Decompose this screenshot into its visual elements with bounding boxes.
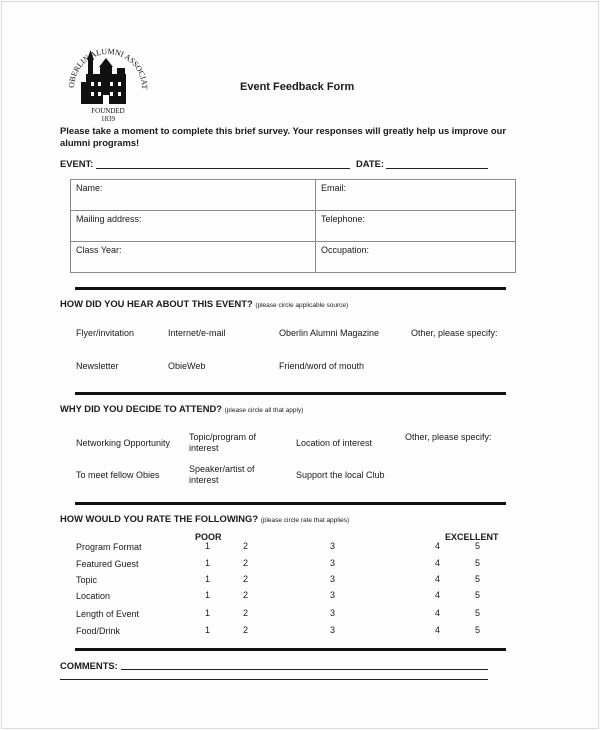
contact-info-table: Name: Email: Mailing address: Telephone:…	[70, 179, 516, 273]
email-field[interactable]: Email:	[315, 179, 516, 211]
name-label: Name:	[76, 183, 103, 193]
rating-option-4[interactable]: 4	[435, 574, 440, 584]
event-label: EVENT:	[60, 158, 94, 169]
occupation-field[interactable]: Occupation:	[315, 241, 516, 273]
logo-year: 1839	[101, 115, 116, 122]
attend-option[interactable]: Other, please specify:	[405, 432, 492, 443]
rating-item-label: Featured Guest	[76, 559, 139, 569]
rating-option-1[interactable]: 1	[205, 608, 210, 618]
rating-item-label: Length of Event	[76, 609, 140, 619]
oberlin-seal-icon: OBERLIN ALUMNI ASSOCIATION FOUNDED 1839	[59, 33, 149, 123]
mailing-address-field[interactable]: Mailing address:	[70, 210, 316, 242]
attend-note: (please circle all that apply)	[224, 407, 304, 414]
rating-option-4[interactable]: 4	[435, 590, 440, 600]
hear-option[interactable]: Newsletter	[76, 361, 119, 372]
name-field[interactable]: Name:	[70, 179, 316, 211]
hear-option[interactable]: Internet/e-mail	[168, 328, 226, 339]
rating-item-label: Food/Drink	[76, 626, 121, 636]
attend-option[interactable]: Networking Opportunity	[76, 438, 170, 449]
attend-option[interactable]: Support the local Club	[296, 470, 385, 481]
attend-option[interactable]: To meet fellow Obies	[76, 470, 160, 481]
hear-option[interactable]: ObieWeb	[168, 361, 205, 372]
rate-heading-text: HOW WOULD YOU RATE THE FOLLOWING?	[60, 513, 259, 524]
rating-option-4[interactable]: 4	[435, 558, 440, 568]
rating-option-3[interactable]: 3	[330, 590, 335, 600]
section-divider	[75, 648, 506, 651]
date-label: DATE:	[356, 158, 384, 169]
attend-option[interactable]: Topic/program of interest	[189, 432, 274, 454]
intro-text: Please take a moment to complete this br…	[60, 125, 506, 148]
email-label: Email:	[321, 183, 347, 193]
hear-heading-text: HOW DID YOU HEAR ABOUT THIS EVENT?	[60, 298, 253, 309]
class-year-field[interactable]: Class Year:	[70, 241, 316, 273]
rating-option-3[interactable]: 3	[330, 558, 335, 568]
comments-field-line-2[interactable]	[60, 669, 488, 680]
section-divider	[75, 392, 506, 395]
rating-option-5[interactable]: 5	[475, 558, 480, 568]
rating-option-4[interactable]: 4	[435, 608, 440, 618]
rating-option-5[interactable]: 5	[475, 608, 480, 618]
hear-option[interactable]: Flyer/invitation	[76, 328, 134, 339]
class-year-label: Class Year:	[76, 245, 122, 255]
rating-option-5[interactable]: 5	[475, 541, 480, 551]
rating-option-5[interactable]: 5	[475, 590, 480, 600]
hear-note: (please circle applicable source)	[255, 302, 349, 309]
attend-option[interactable]: Location of interest	[296, 438, 372, 449]
rating-option-1[interactable]: 1	[205, 574, 210, 584]
logo-founded: FOUNDED	[91, 107, 124, 115]
rating-item-label: Topic	[76, 575, 98, 585]
rating-option-2[interactable]: 2	[243, 574, 248, 584]
rate-heading: HOW WOULD YOU RATE THE FOLLOWING? (pleas…	[60, 513, 349, 524]
rating-option-2[interactable]: 2	[243, 558, 248, 568]
rating-option-1[interactable]: 1	[205, 558, 210, 568]
section-divider	[75, 287, 506, 290]
hear-option[interactable]: Friend/word of mouth	[279, 361, 364, 372]
attend-heading: WHY DID YOU DECIDE TO ATTEND? (please ci…	[60, 403, 303, 414]
hear-option[interactable]: Other, please specify:	[411, 328, 498, 339]
rating-option-2[interactable]: 2	[243, 541, 248, 551]
rating-option-1[interactable]: 1	[205, 590, 210, 600]
rating-item-label: Location	[76, 591, 111, 601]
attend-option[interactable]: Speaker/artist of interest	[189, 464, 274, 486]
page-title: Event Feedback Form	[240, 81, 355, 93]
telephone-label: Telephone:	[321, 214, 366, 224]
occupation-label: Occupation:	[321, 245, 370, 255]
excellent-label: EXCELLENT	[445, 532, 499, 542]
logo: OBERLIN ALUMNI ASSOCIATION FOUNDED 1839	[59, 33, 154, 123]
telephone-field[interactable]: Telephone:	[315, 210, 516, 242]
rating-option-4[interactable]: 4	[435, 625, 440, 635]
rating-option-2[interactable]: 2	[243, 625, 248, 635]
rating-item-label: Program Format	[76, 542, 142, 552]
rating-option-3[interactable]: 3	[330, 608, 335, 618]
rating-option-1[interactable]: 1	[205, 541, 210, 551]
hear-option[interactable]: Oberlin Alumni Magazine	[279, 328, 379, 339]
attend-heading-text: WHY DID YOU DECIDE TO ATTEND?	[60, 403, 222, 414]
rating-option-2[interactable]: 2	[243, 608, 248, 618]
rating-option-3[interactable]: 3	[330, 541, 335, 551]
rating-option-4[interactable]: 4	[435, 541, 440, 551]
rate-note: (please circle rate that applies)	[260, 517, 350, 524]
event-field[interactable]	[96, 157, 350, 169]
date-field[interactable]	[386, 157, 488, 169]
rating-option-2[interactable]: 2	[243, 590, 248, 600]
rating-option-1[interactable]: 1	[205, 625, 210, 635]
rating-option-5[interactable]: 5	[475, 574, 480, 584]
rating-option-5[interactable]: 5	[475, 625, 480, 635]
mailing-address-label: Mailing address:	[76, 214, 142, 224]
hear-heading: HOW DID YOU HEAR ABOUT THIS EVENT? (plea…	[60, 298, 348, 309]
section-divider	[75, 502, 506, 505]
rating-option-3[interactable]: 3	[330, 625, 335, 635]
rating-option-3[interactable]: 3	[330, 574, 335, 584]
